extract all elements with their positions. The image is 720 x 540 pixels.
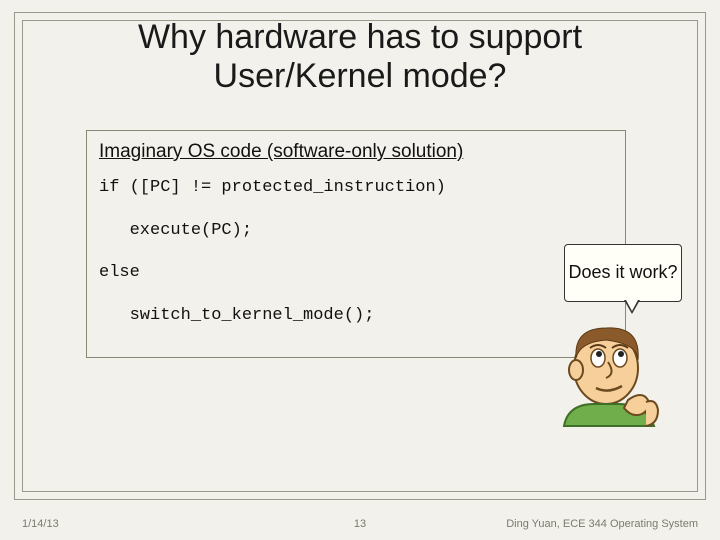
footer: 1/14/13 13 Ding Yuan, ECE 344 Operating …	[0, 510, 720, 530]
slide-title: Why hardware has to support User/Kernel …	[0, 18, 720, 96]
code-block: if ([PC] != protected_instruction) execu…	[99, 177, 613, 326]
title-line-1: Why hardware has to support	[138, 18, 582, 56]
code-line-3: else	[99, 263, 140, 282]
title-line-2: User/Kernel mode?	[214, 57, 507, 95]
code-heading: Imaginary OS code (software-only solutio…	[99, 141, 613, 163]
code-line-4: switch_to_kernel_mode();	[99, 306, 374, 325]
thought-text: Does it work?	[568, 263, 677, 283]
code-line-2: execute(PC);	[99, 221, 252, 240]
thinking-character-icon	[546, 308, 676, 428]
footer-credit: Ding Yuan, ECE 344 Operating System	[506, 518, 698, 530]
code-line-1: if ([PC] != protected_instruction)	[99, 178, 446, 197]
footer-page-number: 13	[354, 518, 366, 530]
footer-date: 1/14/13	[22, 518, 59, 530]
thought-bubble: Does it work?	[564, 244, 682, 302]
code-box: Imaginary OS code (software-only solutio…	[86, 130, 626, 358]
